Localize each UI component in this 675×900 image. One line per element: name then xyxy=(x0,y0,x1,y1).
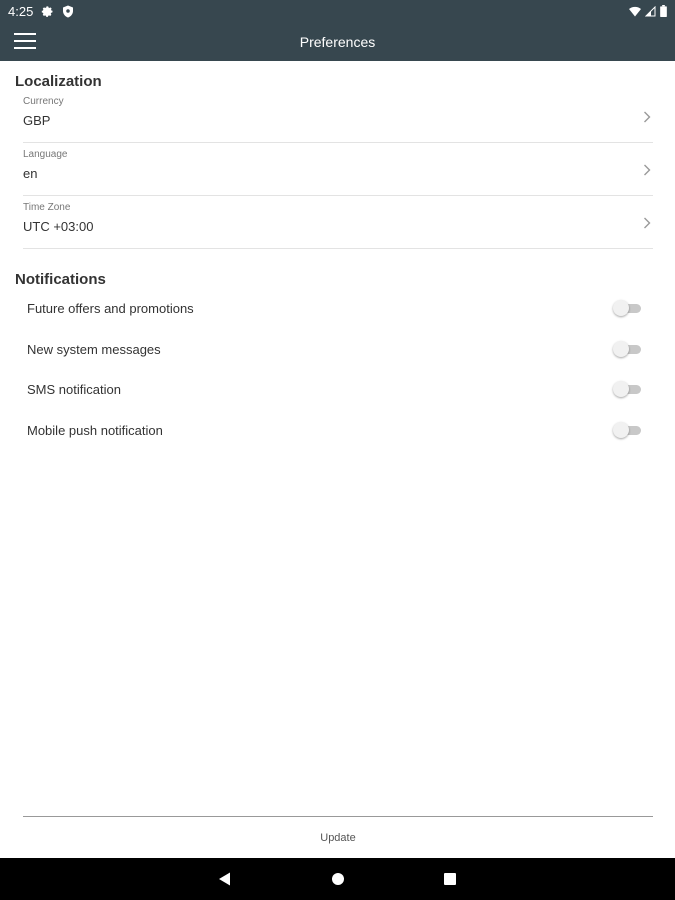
system-messages-label: New system messages xyxy=(27,341,161,357)
hamburger-menu-icon[interactable] xyxy=(14,30,40,52)
battery-icon xyxy=(660,5,667,17)
chevron-right-icon xyxy=(644,217,651,229)
currency-label: Currency xyxy=(23,96,64,107)
status-bar: 4:25 xyxy=(0,0,675,22)
preferences-content: Localization Currency GBP Language en Ti… xyxy=(0,61,675,458)
notifications-list: Future offers and promotions New system … xyxy=(0,296,675,458)
status-time: 4:25 xyxy=(8,3,34,19)
navigation-bar xyxy=(0,858,675,900)
push-label: Mobile push notification xyxy=(27,422,163,438)
notifications-section-title: Notifications xyxy=(15,271,106,288)
chevron-right-icon xyxy=(644,111,651,123)
chevron-right-icon xyxy=(644,164,651,176)
time-zone-value: UTC +03:00 xyxy=(23,219,94,234)
footer: Update xyxy=(23,816,653,859)
system-messages-toggle[interactable] xyxy=(613,340,641,357)
sms-label: SMS notification xyxy=(27,382,121,397)
notification-row-offers: Future offers and promotions xyxy=(27,296,647,337)
currency-setting[interactable]: Currency GBP xyxy=(23,90,653,143)
page-title: Preferences xyxy=(299,33,376,50)
sms-toggle[interactable] xyxy=(613,381,641,397)
offers-toggle[interactable] xyxy=(613,300,641,316)
app-bar: Preferences xyxy=(0,22,675,61)
push-toggle[interactable] xyxy=(613,421,641,438)
time-zone-setting[interactable]: Time Zone UTC +03:00 xyxy=(23,196,653,249)
notification-row-sms: SMS notification xyxy=(27,377,647,418)
recents-icon[interactable] xyxy=(440,869,460,889)
update-button[interactable]: Update xyxy=(310,828,365,848)
back-icon[interactable] xyxy=(215,869,235,889)
wifi-icon xyxy=(629,6,641,17)
notification-row-push: Mobile push notification xyxy=(27,418,647,459)
localization-section-title: Localization xyxy=(15,73,102,90)
gear-icon xyxy=(41,5,54,18)
offers-label: Future offers and promotions xyxy=(27,301,194,316)
signal-icon xyxy=(645,5,656,17)
currency-value: GBP xyxy=(23,113,51,128)
language-setting[interactable]: Language en xyxy=(23,143,653,196)
language-value: en xyxy=(23,166,38,181)
notification-row-system-messages: New system messages xyxy=(27,337,647,378)
shield-icon xyxy=(62,5,74,18)
language-label: Language xyxy=(23,149,68,160)
time-zone-label: Time Zone xyxy=(23,202,71,213)
home-icon[interactable] xyxy=(328,869,348,889)
